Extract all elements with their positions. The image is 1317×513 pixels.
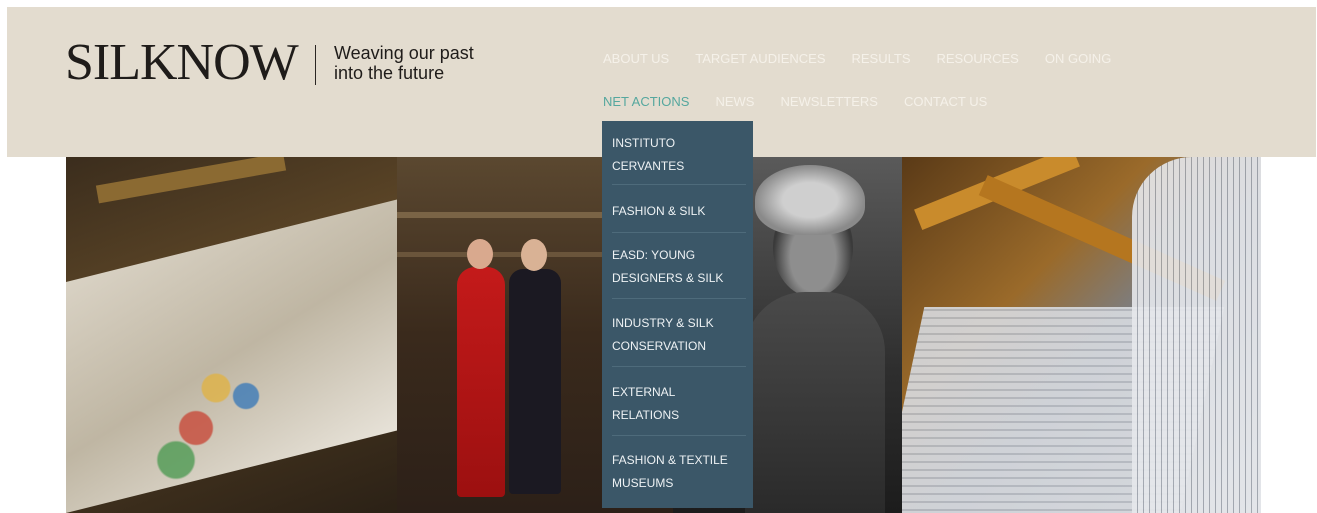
main-nav-row-2: NET ACTIONS NEWS NEWSLETTERS CONTACT US	[603, 94, 1013, 109]
site-logo[interactable]: SILKNOW	[65, 37, 299, 89]
dropdown-item-fashion-silk[interactable]: FASHION & SILK	[612, 200, 747, 223]
nav-results[interactable]: RESULTS	[852, 51, 926, 66]
dropdown-item-label: FASHION & TEXTILE	[612, 453, 728, 467]
hero-image-jacquard-punchcards	[902, 157, 1261, 513]
nav-net-actions[interactable]: NET ACTIONS	[603, 94, 704, 109]
tagline-line-1: Weaving our past	[334, 43, 474, 63]
nav-newsletters[interactable]: NEWSLETTERS	[780, 94, 893, 109]
nav-resources[interactable]: RESOURCES	[937, 51, 1034, 66]
dropdown-item-fashion-textile-museums[interactable]: FASHION & TEXTILE MUSEUMS	[612, 449, 747, 495]
dropdown-item-label: RELATIONS	[612, 408, 680, 422]
dropdown-item-label: INSTITUTO	[612, 136, 676, 150]
dropdown-item-label: EASD: YOUNG	[612, 248, 696, 262]
dropdown-item-external-relations[interactable]: EXTERNAL RELATIONS	[612, 381, 747, 427]
dropdown-divider	[612, 435, 746, 436]
dropdown-item-instituto-cervantes[interactable]: INSTITUTO CERVANTES	[612, 132, 747, 178]
logo-divider	[315, 45, 316, 85]
dropdown-item-easd-young-designers[interactable]: EASD: YOUNG DESIGNERS & SILK	[612, 244, 747, 290]
tagline-line-2: into the future	[334, 63, 445, 83]
dropdown-item-label: INDUSTRY & SILK	[612, 316, 714, 330]
dropdown-item-industry-silk-conservation[interactable]: INDUSTRY & SILK CONSERVATION	[612, 312, 747, 358]
dropdown-item-label: MUSEUMS	[612, 476, 674, 490]
nav-about-us[interactable]: ABOUT US	[603, 51, 684, 66]
dropdown-divider	[612, 232, 746, 233]
net-actions-dropdown: INSTITUTO CERVANTES FASHION & SILK EASD:…	[602, 121, 753, 508]
site-tagline: Weaving our past into the future	[334, 43, 474, 83]
hero-image-loom-embroidery	[66, 157, 397, 513]
nav-target-audiences[interactable]: TARGET AUDIENCES	[695, 51, 840, 66]
dropdown-item-label: EXTERNAL	[612, 385, 676, 399]
dropdown-item-label: FASHION & SILK	[612, 204, 706, 218]
dropdown-item-label: CERVANTES	[612, 159, 685, 173]
nav-on-going[interactable]: ON GOING	[1045, 51, 1126, 66]
nav-news[interactable]: NEWS	[715, 94, 769, 109]
nav-contact-us[interactable]: CONTACT US	[904, 94, 1002, 109]
dropdown-divider	[612, 184, 746, 185]
dropdown-divider	[612, 366, 746, 367]
dropdown-item-label: CONSERVATION	[612, 339, 707, 353]
dropdown-divider	[612, 298, 746, 299]
dropdown-item-label: DESIGNERS & SILK	[612, 271, 724, 285]
main-nav-row-1: ABOUT US TARGET AUDIENCES RESULTS RESOUR…	[603, 51, 1137, 66]
